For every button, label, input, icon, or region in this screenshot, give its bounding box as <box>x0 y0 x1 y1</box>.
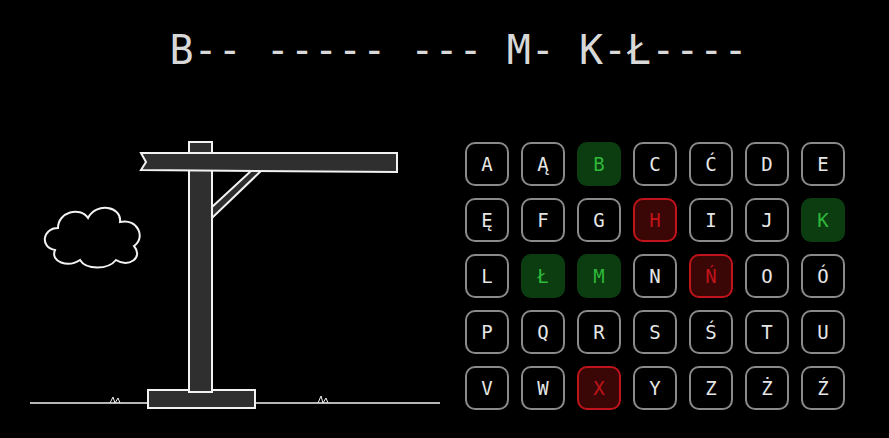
letter-key[interactable]: D <box>745 142 789 186</box>
letter-key[interactable]: T <box>745 310 789 354</box>
header: B-- ----- --- M- K-Ł---- <box>0 0 889 110</box>
letter-key[interactable]: R <box>577 310 621 354</box>
gallows-beam <box>141 153 397 172</box>
letter-key[interactable]: Z <box>689 366 733 410</box>
letter-key[interactable]: Q <box>521 310 565 354</box>
letter-key[interactable]: V <box>465 366 509 410</box>
gallows-post <box>189 142 212 392</box>
letter-key[interactable]: L <box>465 254 509 298</box>
letter-key[interactable]: Ó <box>801 254 845 298</box>
letter-key[interactable]: C <box>633 142 677 186</box>
puzzle-word: B-- ----- --- M- K-Ł---- <box>170 26 748 74</box>
letter-key[interactable]: Ł <box>521 254 565 298</box>
letter-key[interactable]: Ć <box>689 142 733 186</box>
letter-key[interactable]: K <box>801 198 845 242</box>
letter-key[interactable]: I <box>689 198 733 242</box>
letter-key[interactable]: Ę <box>465 198 509 242</box>
letter-key[interactable]: N <box>633 254 677 298</box>
letter-key[interactable]: P <box>465 310 509 354</box>
letter-key[interactable]: F <box>521 198 565 242</box>
letter-key[interactable]: B <box>577 142 621 186</box>
hangman-game: B-- ----- --- M- K-Ł---- AĄBCĆDE ĘFGHIJK LŁ… <box>0 0 889 438</box>
letter-key[interactable]: A <box>465 142 509 186</box>
letter-key[interactable]: J <box>745 198 789 242</box>
letter-key[interactable]: O <box>745 254 789 298</box>
letter-key[interactable]: X <box>577 366 621 410</box>
letter-key[interactable]: Y <box>633 366 677 410</box>
letter-key[interactable]: Ą <box>521 142 565 186</box>
gallows-brace <box>212 170 262 218</box>
letter-key[interactable]: G <box>577 198 621 242</box>
gallows-drawing <box>0 110 450 438</box>
game-area: AĄBCĆDE ĘFGHIJK LŁMNŃOÓ PQRSŚTU VWXYZŻŹ <box>0 110 889 438</box>
letter-key[interactable]: E <box>801 142 845 186</box>
letter-key[interactable]: Ń <box>689 254 733 298</box>
letter-key[interactable]: H <box>633 198 677 242</box>
letter-key[interactable]: Ś <box>689 310 733 354</box>
keyboard: AĄBCĆDE ĘFGHIJK LŁMNŃOÓ PQRSŚTU VWXYZŻŹ <box>465 142 845 438</box>
letter-key[interactable]: Ź <box>801 366 845 410</box>
cloud-icon <box>45 208 140 268</box>
letter-key[interactable]: S <box>633 310 677 354</box>
letter-key[interactable]: Ż <box>745 366 789 410</box>
letter-key[interactable]: W <box>521 366 565 410</box>
letter-key[interactable]: U <box>801 310 845 354</box>
letter-key[interactable]: M <box>577 254 621 298</box>
